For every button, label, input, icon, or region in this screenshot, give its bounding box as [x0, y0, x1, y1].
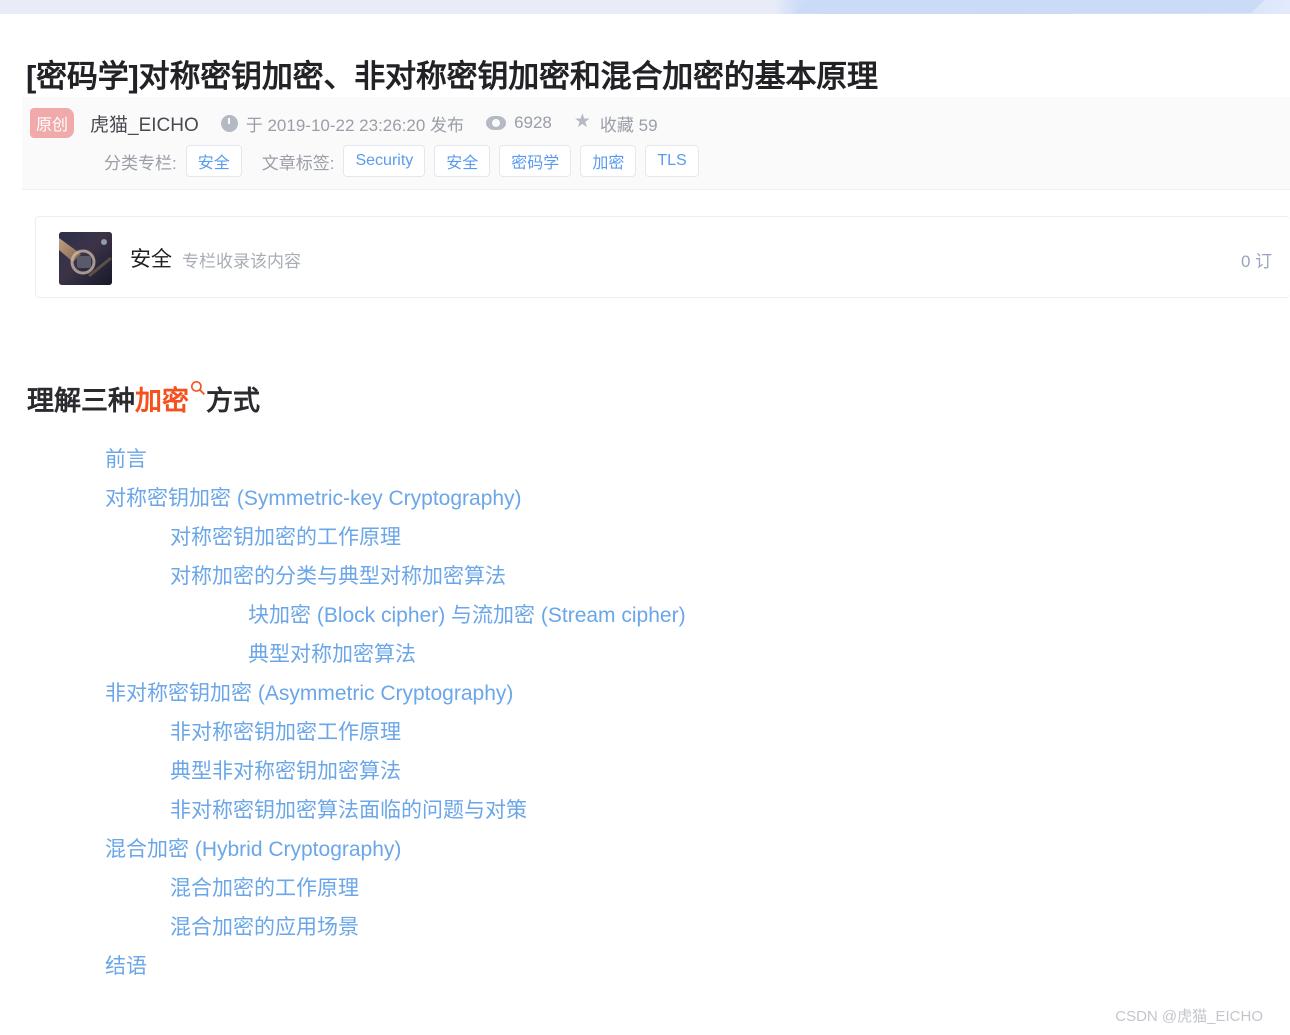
eye-icon — [486, 116, 507, 130]
page-top-decorative-wedge — [795, 0, 1265, 13]
toc-link[interactable]: 典型对称加密算法 — [0, 635, 1290, 674]
page-title: [密码学]对称密钥加密、非对称密钥加密和混合加密的基本原理 — [26, 58, 878, 94]
article-meta-bar: 原创 虎猫_EICHO 于 2019-10-22 23:26:20 发布 692… — [22, 97, 1290, 190]
tag-chip-tls[interactable]: TLS — [645, 145, 699, 177]
author-name[interactable]: 虎猫_EICHO — [90, 110, 199, 137]
toc-link[interactable]: 混合加密的应用场景 — [0, 908, 1290, 947]
star-icon: ★ — [573, 111, 591, 132]
column-subscribe-count[interactable]: 0 订 — [1241, 247, 1272, 272]
section-heading-prefix: 理解三种 — [27, 386, 135, 416]
toc-link[interactable]: 混合加密的工作原理 — [0, 869, 1290, 908]
section-heading-suffix: 方式 — [206, 386, 260, 416]
column-subtitle: 专栏收录该内容 — [182, 252, 301, 271]
article-page: [密码学]对称密钥加密、非对称密钥加密和混合加密的基本原理 原创 虎猫_EICH… — [0, 0, 1290, 1035]
toc-link[interactable]: 前言 — [0, 440, 1290, 479]
toc-link[interactable]: 结语 — [0, 947, 1290, 986]
article-taxonomy-row: 分类专栏: 安全 文章标签: Security 安全 密码学 加密 TLS — [104, 145, 708, 177]
section-heading: 理解三种加密 方式 — [27, 376, 260, 418]
view-count-label: 6928 — [514, 113, 552, 132]
table-of-contents: 前言 对称密钥加密 (Symmetric-key Cryptography) 对称密… — [0, 440, 1290, 986]
column-thumbnail-image — [59, 232, 112, 285]
tag-chip-cryptography[interactable]: 密码学 — [499, 145, 572, 177]
toc-link[interactable]: 对称密钥加密 (Symmetric-key Cryptography) — [0, 479, 1290, 518]
column-collection-card[interactable]: 安全 专栏收录该内容 0 订 — [35, 216, 1290, 298]
view-count: 6928 — [486, 113, 552, 133]
section-heading-highlight: 加密 — [135, 386, 189, 416]
publish-time: 于 2019-10-22 23:26:20 发布 — [220, 111, 465, 136]
toc-link[interactable]: 典型非对称密钥加密算法 — [0, 752, 1290, 791]
watermark: CSDN @虎猫_EICHO — [1115, 1008, 1263, 1025]
toc-link[interactable]: 块加密 (Block cipher) 与流加密 (Stream cipher) — [0, 596, 1290, 635]
publish-time-label: 于 2019-10-22 23:26:20 发布 — [245, 115, 465, 135]
tag-chip-encryption[interactable]: 加密 — [580, 145, 637, 177]
collect-count-label: 收藏 59 — [599, 115, 658, 135]
toc-link[interactable]: 混合加密 (Hybrid Cryptography) — [0, 830, 1290, 869]
collect-count[interactable]: ★ 收藏 59 — [574, 111, 658, 136]
clock-icon — [220, 114, 238, 132]
status-badge-original: 原创 — [30, 108, 74, 138]
toc-link[interactable]: 非对称密钥加密算法面临的问题与对策 — [0, 791, 1290, 830]
tag-chip-anquan[interactable]: 安全 — [434, 145, 491, 177]
category-chip-security[interactable]: 安全 — [185, 145, 242, 177]
toc-link[interactable]: 非对称密钥加密 (Asymmetric Cryptography) — [0, 674, 1290, 713]
toc-link[interactable]: 对称密钥加密的工作原理 — [0, 518, 1290, 557]
tag-chip-security-en[interactable]: Security — [343, 145, 426, 177]
article-meta-primary-row: 原创 虎猫_EICHO 于 2019-10-22 23:26:20 发布 692… — [30, 106, 658, 140]
column-name: 安全 — [130, 248, 172, 271]
category-label: 分类专栏: — [104, 153, 177, 173]
toc-link[interactable]: 非对称密钥加密工作原理 — [0, 713, 1290, 752]
toc-link[interactable]: 对称加密的分类与典型对称加密算法 — [0, 557, 1290, 596]
tag-label: 文章标签: — [261, 153, 335, 173]
search-icon[interactable] — [190, 372, 206, 396]
